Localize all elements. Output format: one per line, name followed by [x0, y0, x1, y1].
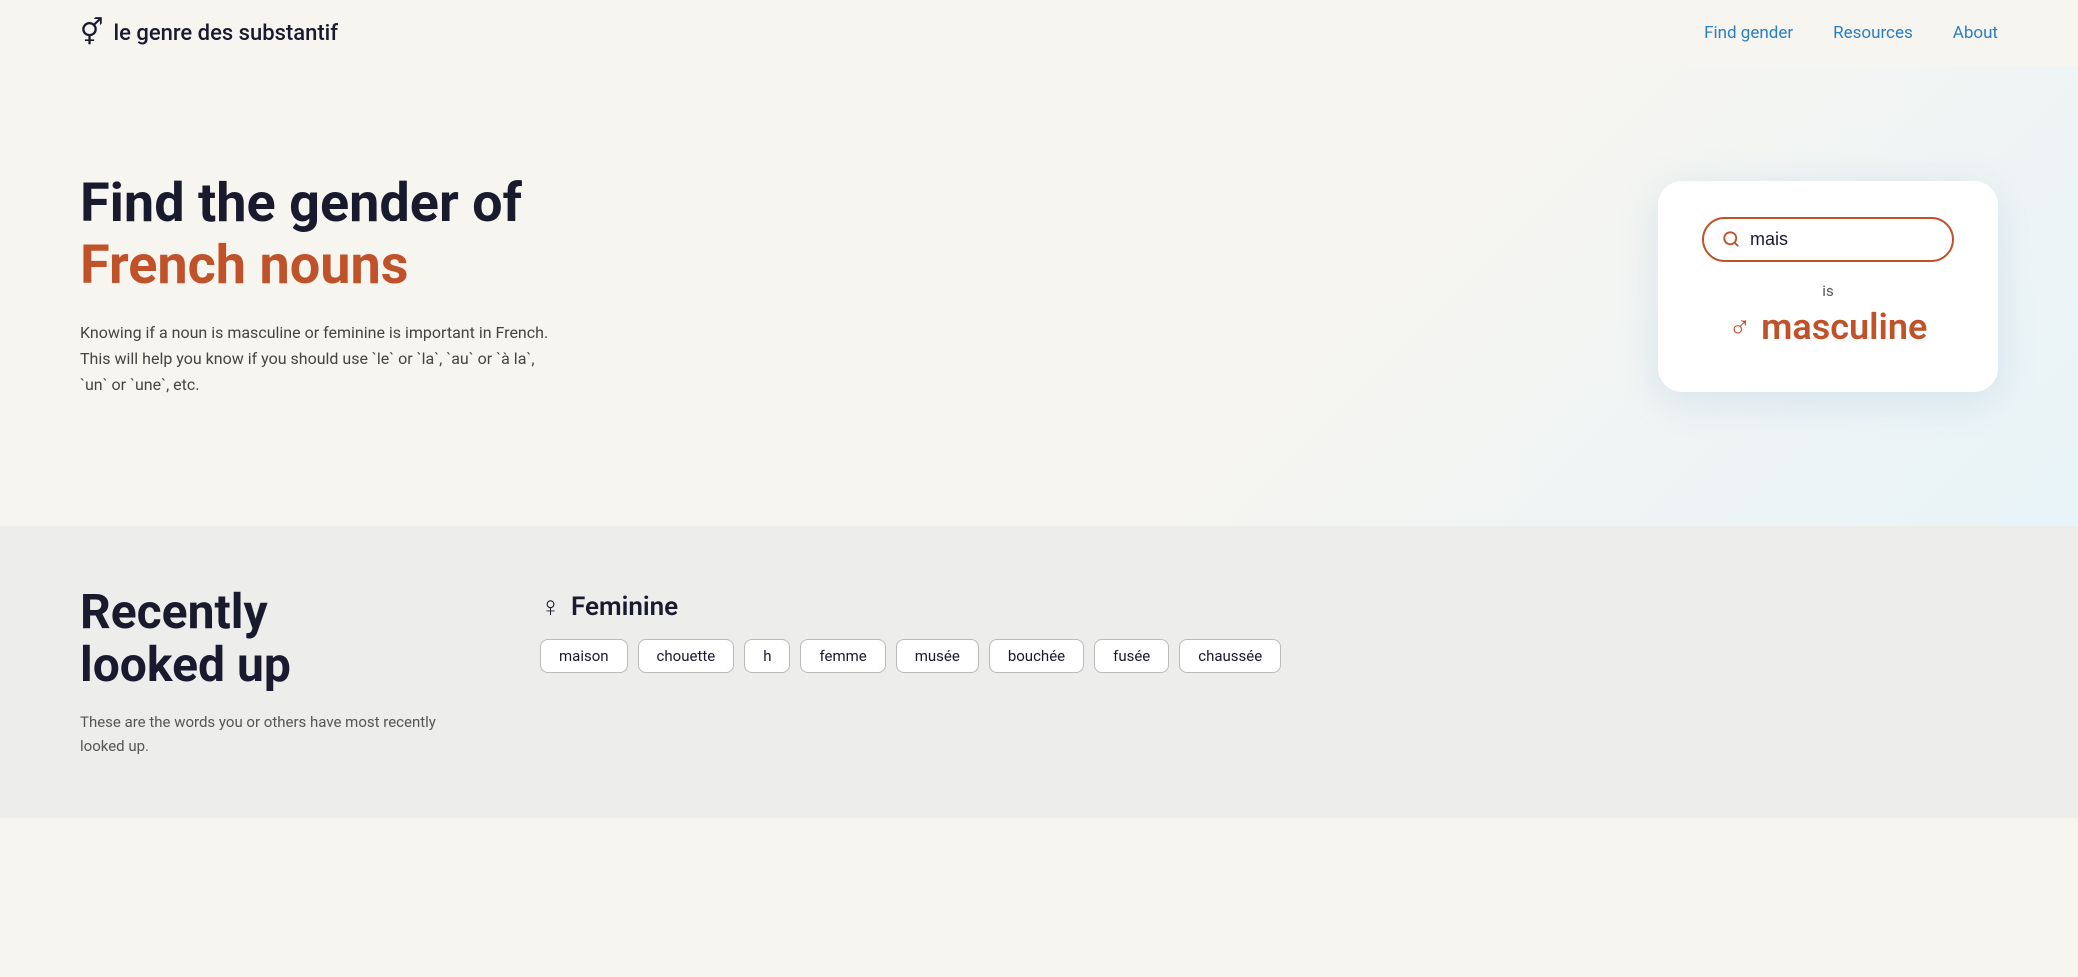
search-result: ♂ masculine: [1729, 306, 1928, 348]
feminine-section: ♀ Feminine maison chouette hfemme musée bouc…: [540, 590, 1998, 673]
search-input-wrap[interactable]: [1702, 217, 1954, 262]
recently-section: Recently looked up These are the words y…: [0, 526, 2078, 818]
recently-right: ♀ Feminine maison chouette hfemme musée bouc…: [540, 586, 1998, 701]
recently-title-line1: Recently: [80, 583, 268, 640]
nav-about[interactable]: About: [1953, 23, 1998, 43]
recently-title: Recently looked up: [80, 586, 460, 692]
logo-text: le genre des substantif: [113, 21, 338, 46]
word-tag[interactable]: bouchée: [989, 639, 1084, 673]
recently-left: Recently looked up These are the words y…: [80, 586, 460, 758]
feminine-label: Feminine: [571, 592, 678, 622]
search-input[interactable]: [1750, 229, 1934, 250]
nav-logo: ⚥ le genre des substantif: [80, 18, 338, 48]
hero-left: Find the gender of French nouns Knowing …: [80, 173, 560, 398]
hero-description: Knowing if a noun is masculine or femini…: [80, 320, 560, 399]
nav-resources[interactable]: Resources: [1833, 23, 1913, 43]
word-tag[interactable]: musée: [896, 639, 979, 673]
search-card: is ♂ masculine: [1658, 181, 1998, 392]
recently-title-line2: looked up: [80, 636, 291, 693]
word-tag[interactable]: maison: [540, 639, 628, 673]
navbar: ⚥ le genre des substantif Find gender Re…: [0, 0, 2078, 66]
word-tag[interactable]: femme: [800, 639, 885, 673]
hero-section: Find the gender of French nouns Knowing …: [0, 66, 2078, 526]
search-icon: [1722, 230, 1740, 248]
nav-links: Find gender Resources About: [1704, 23, 1998, 43]
nav-find-gender[interactable]: Find gender: [1704, 23, 1793, 43]
result-label: masculine: [1761, 306, 1927, 348]
search-is-label: is: [1822, 282, 1833, 300]
word-tag[interactable]: h: [744, 639, 790, 673]
recently-description: These are the words you or others have m…: [80, 710, 460, 758]
hero-title: Find the gender of French nouns: [80, 173, 560, 297]
word-tag[interactable]: fusée: [1094, 639, 1169, 673]
feminine-heading: ♀ Feminine: [540, 590, 1998, 623]
feminine-symbol: ♀: [540, 590, 561, 623]
word-tag[interactable]: chouette: [638, 639, 735, 673]
hero-title-accent: French nouns: [80, 234, 408, 297]
word-tag[interactable]: chaussée: [1179, 639, 1281, 673]
logo-icon: ⚥: [80, 18, 103, 48]
hero-title-line1: Find the gender of: [80, 172, 522, 235]
feminine-word-tags: maison chouette hfemme musée bouchée fusée cha…: [540, 639, 1998, 673]
masculine-icon: ♂: [1729, 309, 1752, 344]
